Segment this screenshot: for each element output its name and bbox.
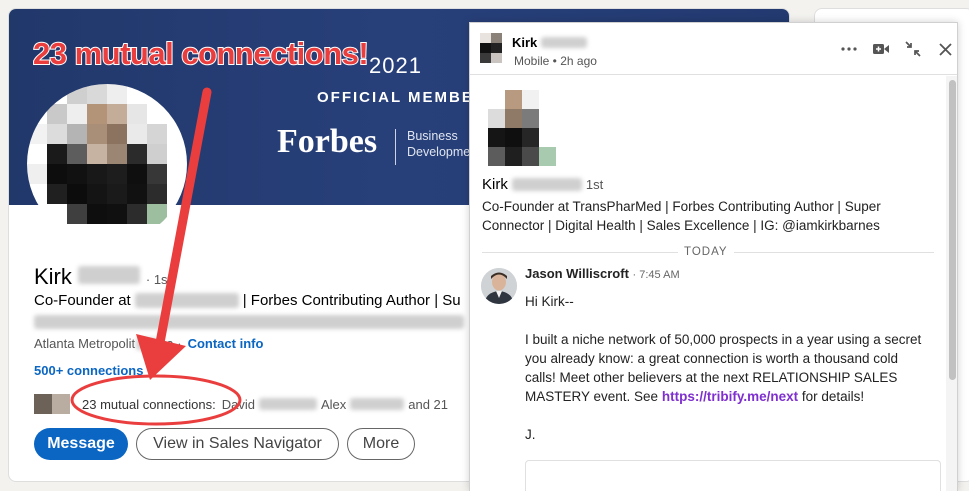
message-greeting: Hi Kirk-- <box>525 294 574 309</box>
scrollbar-thumb[interactable] <box>949 80 956 380</box>
date-divider: TODAY <box>470 246 946 258</box>
close-icon[interactable] <box>935 39 955 59</box>
video-call-icon[interactable] <box>871 39 891 59</box>
profile-headline: Co-Founder at | Forbes Contributing Auth… <box>34 292 461 309</box>
redacted-last-name <box>541 37 588 48</box>
ellipsis-icon[interactable] <box>839 39 859 59</box>
annotation-title: 23 mutual connections! <box>32 35 370 72</box>
sender-name[interactable]: Jason Williscroft <box>525 266 629 281</box>
message-text: Hi Kirk-- I built a niche network of 50,… <box>525 292 930 463</box>
banner-divider <box>395 129 396 165</box>
mutual-more: and 21 <box>408 396 449 412</box>
sales-navigator-button[interactable]: View in Sales Navigator <box>136 428 339 460</box>
profile-first-name: Kirk <box>34 264 72 289</box>
more-button[interactable]: More <box>347 428 415 460</box>
contact-info-link[interactable]: Contact info <box>188 336 264 351</box>
message-signoff: J. <box>525 427 536 442</box>
mutual-avatar <box>52 394 70 414</box>
profile-location: Atlanta Metropolit ea · Contact info <box>34 336 263 351</box>
intro-degree: 1st <box>585 177 604 192</box>
mutual-avatars <box>34 394 70 414</box>
link-preview-card[interactable] <box>525 460 941 491</box>
mutual-name-2: Alex <box>320 396 347 412</box>
message-body-end: for details! <box>801 389 865 404</box>
mutual-avatar <box>34 394 52 414</box>
date-divider-label: TODAY <box>678 246 734 258</box>
redacted-location <box>136 337 159 350</box>
message-button[interactable]: Message <box>34 428 128 460</box>
sender-name-row: Jason Williscroft · 7:45 AM <box>525 266 680 281</box>
mutual-names: David Alex and 21 <box>222 397 448 412</box>
headline-prefix: Co-Founder at <box>34 292 131 309</box>
message-link[interactable]: https://tribify.me/next <box>662 389 798 404</box>
location-text-end: ea · <box>159 336 182 351</box>
mutual-name-1: David <box>221 396 255 412</box>
banner-subtitle: Business Developme <box>407 129 471 159</box>
intro-name: Kirk <box>482 176 508 193</box>
redacted-name <box>350 398 405 410</box>
message-thread[interactable]: Kirk 1st Co-Founder at TransPharMed | Fo… <box>470 76 946 491</box>
redacted-name <box>258 398 317 410</box>
redacted-last-name <box>77 266 140 284</box>
redacted-headline-line2 <box>34 315 464 329</box>
intro-name-row[interactable]: Kirk 1st <box>482 176 603 193</box>
intro-avatar[interactable] <box>488 90 558 166</box>
message-header[interactable]: Kirk Mobile • 2h ago <box>470 23 957 75</box>
banner-year: 2021 <box>369 53 422 78</box>
profile-name-row: Kirk · 1st <box>34 264 171 290</box>
headline-suffix: | Forbes Contributing Author | Su <box>242 292 461 309</box>
header-avatar <box>480 33 502 63</box>
message-overlay[interactable]: Kirk Mobile • 2h ago Kirk 1st Co-Founder… <box>469 22 958 491</box>
intro-headline: Co-Founder at TransPharMed | Forbes Cont… <box>482 199 881 233</box>
connection-degree: · 1st <box>145 272 172 287</box>
mutual-connections-row[interactable]: 23 mutual connections: David Alex and 21 <box>34 394 448 414</box>
message-time: · 7:45 AM <box>632 269 680 281</box>
header-status: Mobile • 2h ago <box>514 54 597 68</box>
header-name-row[interactable]: Kirk <box>512 35 588 50</box>
banner-official-member: OFFICIAL MEMBE <box>317 89 474 106</box>
location-text: Atlanta Metropolit <box>34 336 136 351</box>
connections-count-link[interactable]: 500+ connections <box>34 363 143 378</box>
message-body: I built a niche network of 50,000 prospe… <box>525 330 930 406</box>
sender-avatar[interactable] <box>481 268 517 304</box>
banner-forbes-logo: Forbes <box>277 123 378 160</box>
redacted-company <box>134 293 239 308</box>
mutual-connections-label: 23 mutual connections: <box>82 396 216 412</box>
collapse-icon[interactable] <box>903 39 923 59</box>
header-name: Kirk <box>512 35 538 50</box>
thread-scrollbar[interactable] <box>946 76 957 491</box>
redacted-last-name <box>511 178 582 191</box>
profile-avatar[interactable] <box>27 84 187 244</box>
